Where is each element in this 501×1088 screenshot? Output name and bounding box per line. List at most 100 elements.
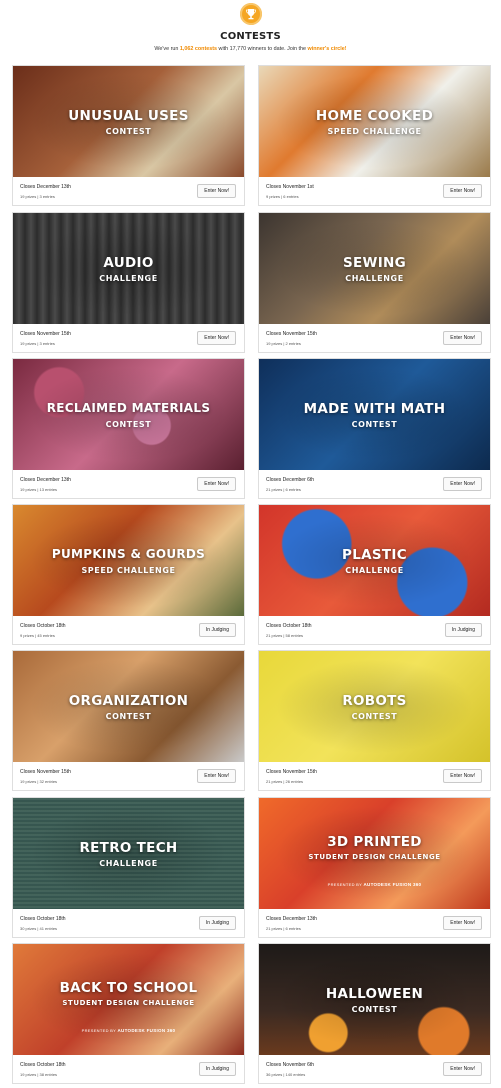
contest-type: CONTEST	[105, 712, 152, 721]
closing-date: Closes October 18th	[20, 623, 66, 629]
contest-banner-image[interactable]: PLASTIC CHALLENGE	[259, 505, 490, 616]
contest-card[interactable]: BACK TO SCHOOL STUDENT DESIGN CHALLENGE PR…	[12, 943, 245, 1084]
contest-card[interactable]: SEWING CHALLENGE Closes November 15th 19 pr…	[258, 212, 491, 353]
contest-title: HOME COOKED	[315, 108, 434, 124]
contest-info: Closes December 6th 21 prizes | 6 entries…	[259, 470, 490, 498]
contest-type: CONTEST	[351, 1005, 398, 1014]
sponsor-logo: AUTODESK FUSION 360	[117, 1028, 176, 1033]
contest-card[interactable]: ORGANIZATION CONTEST Closes November 15th 1…	[12, 650, 245, 791]
closing-date: Closes November 15th	[266, 331, 317, 337]
contest-banner-image[interactable]: RETRO TECH CHALLENGE	[13, 798, 244, 909]
contest-title: UNUSUAL USES	[68, 108, 189, 124]
contest-type: STUDENT DESIGN CHALLENGE	[62, 999, 195, 1007]
enter-now-button[interactable]: Enter Now!	[443, 1062, 482, 1076]
contest-card[interactable]: 3D PRINTED STUDENT DESIGN CHALLENGE PRESEN…	[258, 797, 491, 938]
contest-title: MADE WITH MATH	[303, 401, 446, 417]
contest-banner-image[interactable]: PUMPKINS & GOURDS SPEED CHALLENGE	[13, 505, 244, 616]
contest-title: HALLOWEEN	[325, 986, 424, 1002]
contest-card[interactable]: PLASTIC CHALLENGE Closes October 18th 21 pr…	[258, 504, 491, 645]
subtitle-text: We've run	[154, 46, 180, 52]
winners-circle-link[interactable]: winner's circle!	[308, 46, 347, 52]
subtitle-text-mid: with 17,770 winners to date. Join the	[217, 46, 308, 52]
contest-type: SPEED CHALLENGE	[81, 566, 176, 575]
prize-entry-stats: 9 prizes | 45 entries	[20, 633, 55, 638]
contest-info: Closes October 18th 30 prizes | 41 entrie…	[13, 909, 244, 937]
presented-by-label: PRESENTED BY	[327, 882, 363, 887]
enter-now-button[interactable]: Enter Now!	[443, 331, 482, 345]
in-judging-button[interactable]: In Judging	[198, 1062, 236, 1076]
prize-entry-stats: 21 prizes | 6 entries	[266, 926, 301, 931]
contest-card[interactable]: HOME COOKED SPEED CHALLENGE Closes Novembe…	[258, 65, 491, 206]
contest-title: PUMPKINS & GOURDS	[51, 547, 206, 561]
contest-info: Closes November 6th 36 prizes | 140 entri…	[259, 1055, 490, 1083]
closing-date: Closes November 1st	[266, 184, 314, 190]
page-header: CONTESTS We've run 1,062 contests with 1…	[0, 0, 501, 60]
contest-title: PLASTIC	[342, 547, 407, 563]
enter-now-button[interactable]: Enter Now!	[443, 477, 482, 491]
contest-banner-image[interactable]: ORGANIZATION CONTEST	[13, 651, 244, 762]
enter-now-button[interactable]: Enter Now!	[197, 184, 236, 198]
closing-date: Closes November 15th	[20, 331, 71, 337]
in-judging-button[interactable]: In Judging	[444, 623, 482, 637]
prize-entry-stats: 21 prizes | 26 entries	[266, 779, 304, 784]
contest-card[interactable]: UNUSUAL USES CONTEST Closes December 13th 1…	[12, 65, 245, 206]
prize-entry-stats: 19 prizes | 38 entries	[20, 1072, 58, 1077]
contest-info: Closes October 18th 19 prizes | 38 entrie…	[13, 1055, 244, 1083]
contest-card[interactable]: HALLOWEEN CONTEST Closes November 6th 36 pr…	[258, 943, 491, 1084]
prize-entry-stats: 19 prizes | 3 entries	[20, 194, 55, 199]
closing-date: Closes October 18th	[20, 1062, 66, 1068]
contest-card[interactable]: PUMPKINS & GOURDS SPEED CHALLENGE Closes O…	[12, 504, 245, 645]
prize-entry-stats: 36 prizes | 140 entries	[266, 1072, 306, 1077]
sponsor-line: PRESENTED BY AUTODESK FUSION 360	[259, 882, 490, 887]
enter-now-button[interactable]: Enter Now!	[443, 769, 482, 783]
contest-title: RETRO TECH	[79, 840, 178, 856]
in-judging-button[interactable]: In Judging	[198, 623, 236, 637]
contest-type: CHALLENGE	[99, 859, 158, 868]
contest-banner-image[interactable]: AUDIO CHALLENGE	[13, 213, 244, 324]
contest-banner-image[interactable]: SEWING CHALLENGE	[259, 213, 490, 324]
prize-entry-stats: 19 prizes | 13 entries	[20, 487, 58, 492]
contest-card[interactable]: RETRO TECH CHALLENGE Closes October 18th 30…	[12, 797, 245, 938]
contest-banner-image[interactable]: 3D PRINTED STUDENT DESIGN CHALLENGE PRESEN…	[259, 798, 490, 909]
contest-type: CONTEST	[351, 420, 398, 429]
contest-count-link[interactable]: 1,062 contests	[180, 46, 217, 52]
contest-info: Closes December 13th 21 prizes | 6 entrie…	[259, 909, 490, 937]
closing-date: Closes December 13th	[20, 477, 71, 483]
contest-card[interactable]: MADE WITH MATH CONTEST Closes December 6th…	[258, 358, 491, 499]
contest-type: SPEED CHALLENGE	[327, 127, 422, 136]
contest-banner-image[interactable]: HOME COOKED SPEED CHALLENGE	[259, 66, 490, 177]
enter-now-button[interactable]: Enter Now!	[197, 477, 236, 491]
contest-banner-image[interactable]: HALLOWEEN CONTEST	[259, 944, 490, 1055]
contest-card[interactable]: AUDIO CHALLENGE Closes November 15th 19 pri…	[12, 212, 245, 353]
contest-title: ORGANIZATION	[68, 693, 189, 709]
contest-title: ROBOTS	[342, 693, 407, 709]
sponsor-logo: AUTODESK FUSION 360	[363, 882, 422, 887]
contest-banner-image[interactable]: RECLAIMED MATERIALS CONTEST	[13, 359, 244, 470]
enter-now-button[interactable]: Enter Now!	[443, 184, 482, 198]
enter-now-button[interactable]: Enter Now!	[197, 331, 236, 345]
contest-type: CONTEST	[105, 127, 152, 136]
enter-now-button[interactable]: Enter Now!	[197, 769, 236, 783]
contest-title: BACK TO SCHOOL	[59, 980, 198, 996]
trophy-icon	[240, 3, 262, 25]
enter-now-button[interactable]: Enter Now!	[443, 916, 482, 930]
contest-info: Closes December 13th 19 prizes | 3 entrie…	[13, 177, 244, 205]
prize-entry-stats: 21 prizes | 6 entries	[266, 487, 301, 492]
contest-info: Closes November 1st 9 prizes | 6 entries E…	[259, 177, 490, 205]
closing-date: Closes November 15th	[266, 769, 317, 775]
contest-info: Closes November 15th 21 prizes | 26 entri…	[259, 762, 490, 790]
page-subtitle: We've run 1,062 contests with 17,770 win…	[0, 46, 501, 52]
in-judging-button[interactable]: In Judging	[198, 916, 236, 930]
contest-type: CONTEST	[105, 420, 152, 429]
closing-date: Closes December 13th	[20, 184, 71, 190]
contest-banner-image[interactable]: MADE WITH MATH CONTEST	[259, 359, 490, 470]
contest-card[interactable]: ROBOTS CONTEST Closes November 15th 21 priz…	[258, 650, 491, 791]
contest-banner-image[interactable]: ROBOTS CONTEST	[259, 651, 490, 762]
contest-card[interactable]: RECLAIMED MATERIALS CONTEST Closes Decembe…	[12, 358, 245, 499]
contest-title: AUDIO	[103, 255, 154, 271]
contest-type: CONTEST	[351, 712, 398, 721]
contest-banner-image[interactable]: UNUSUAL USES CONTEST	[13, 66, 244, 177]
contest-info: Closes October 18th 21 prizes | 58 entrie…	[259, 616, 490, 644]
contest-type: STUDENT DESIGN CHALLENGE	[308, 853, 441, 861]
contest-banner-image[interactable]: BACK TO SCHOOL STUDENT DESIGN CHALLENGE PR…	[13, 944, 244, 1055]
